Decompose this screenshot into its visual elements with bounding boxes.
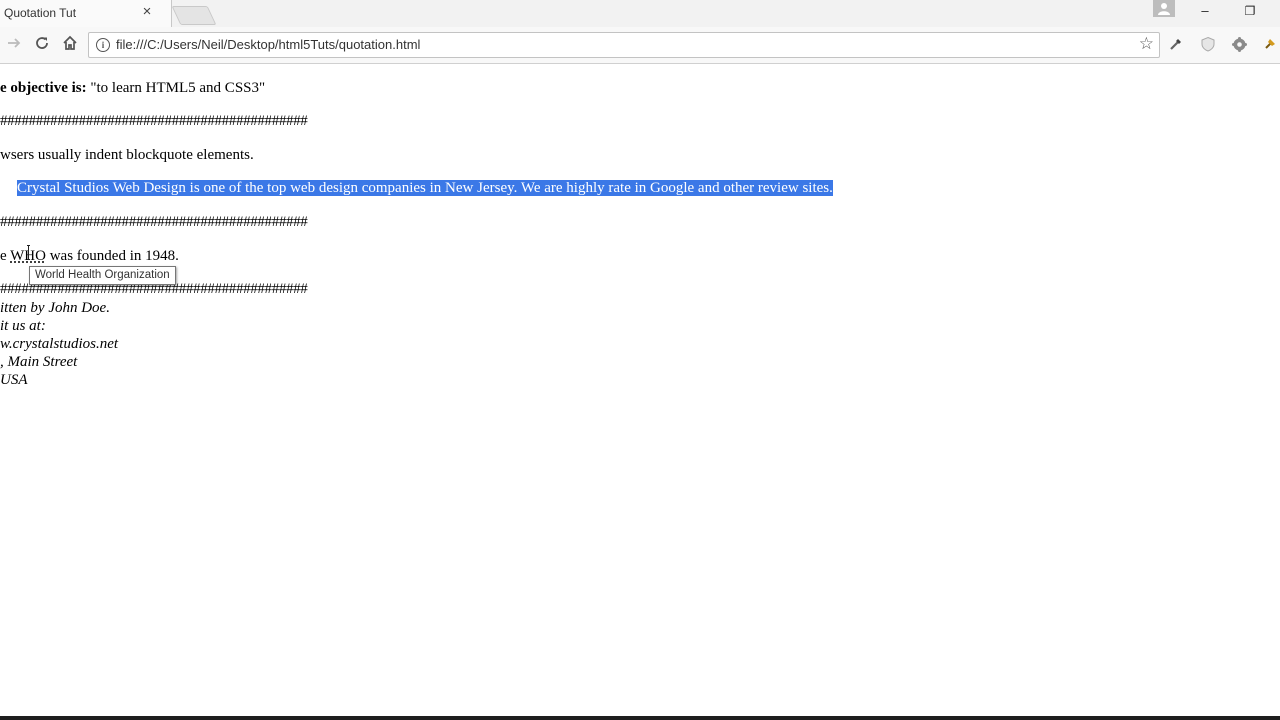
address-line-1: itten by John Doe. xyxy=(0,300,110,316)
pin-icon[interactable] xyxy=(1261,36,1279,54)
address-bar[interactable]: i file:///C:/Users/Neil/Desktop/html5Tut… xyxy=(88,32,1160,58)
browsers-paragraph: wsers usually indent blockquote elements… xyxy=(0,147,254,163)
tab-strip: Quotation Tut × – ❐ xyxy=(0,0,1280,27)
objective-quote: "to learn HTML5 and CSS3" xyxy=(86,80,266,96)
address-line-3: w.crystalstudios.net xyxy=(0,336,119,352)
abbr-prefix: e xyxy=(0,248,11,264)
eyedropper-icon[interactable] xyxy=(1167,36,1185,54)
new-tab-button[interactable] xyxy=(171,6,217,25)
url-text[interactable]: file:///C:/Users/Neil/Desktop/html5Tuts/… xyxy=(116,37,420,52)
tab-quotation[interactable]: Quotation Tut × xyxy=(0,0,172,27)
objective-paragraph: e objective is: "to learn HTML5 and CSS3… xyxy=(0,80,265,97)
star-icon[interactable]: ☆ xyxy=(1139,34,1154,54)
abbr-suffix: was founded in 1948. xyxy=(45,248,179,264)
blockquote[interactable]: Crystal Studios Web Design is one of the… xyxy=(17,180,833,197)
separator-1: ########################################… xyxy=(0,113,308,129)
page-content: e objective is: "to learn HTML5 and CSS3… xyxy=(0,64,1280,720)
reload-icon[interactable] xyxy=(32,35,52,55)
text-cursor-icon xyxy=(27,245,30,260)
tab-title: Quotation Tut xyxy=(4,6,77,20)
taskbar-edge xyxy=(0,716,1280,720)
profile-icon[interactable] xyxy=(1153,0,1175,17)
home-icon[interactable] xyxy=(60,35,80,55)
address-line-5: USA xyxy=(0,372,28,388)
restore-icon[interactable]: ❐ xyxy=(1227,0,1273,24)
forward-icon[interactable] xyxy=(4,35,24,55)
separator-2: ########################################… xyxy=(0,214,308,230)
shield-icon[interactable] xyxy=(1199,36,1217,54)
objective-label: e objective is: xyxy=(0,80,87,96)
info-icon[interactable]: i xyxy=(96,38,110,52)
browser-toolbar: i file:///C:/Users/Neil/Desktop/html5Tut… xyxy=(0,27,1280,64)
minimize-icon[interactable]: – xyxy=(1182,0,1228,24)
abbr-tooltip: World Health Organization xyxy=(29,266,176,285)
address-line-4: , Main Street xyxy=(0,354,78,370)
address-line-2: it us at: xyxy=(0,318,46,334)
blockquote-selected-text[interactable]: Crystal Studios Web Design is one of the… xyxy=(17,180,833,196)
tab-close-icon[interactable]: × xyxy=(140,4,154,20)
settings-gear-icon[interactable] xyxy=(1230,36,1248,54)
